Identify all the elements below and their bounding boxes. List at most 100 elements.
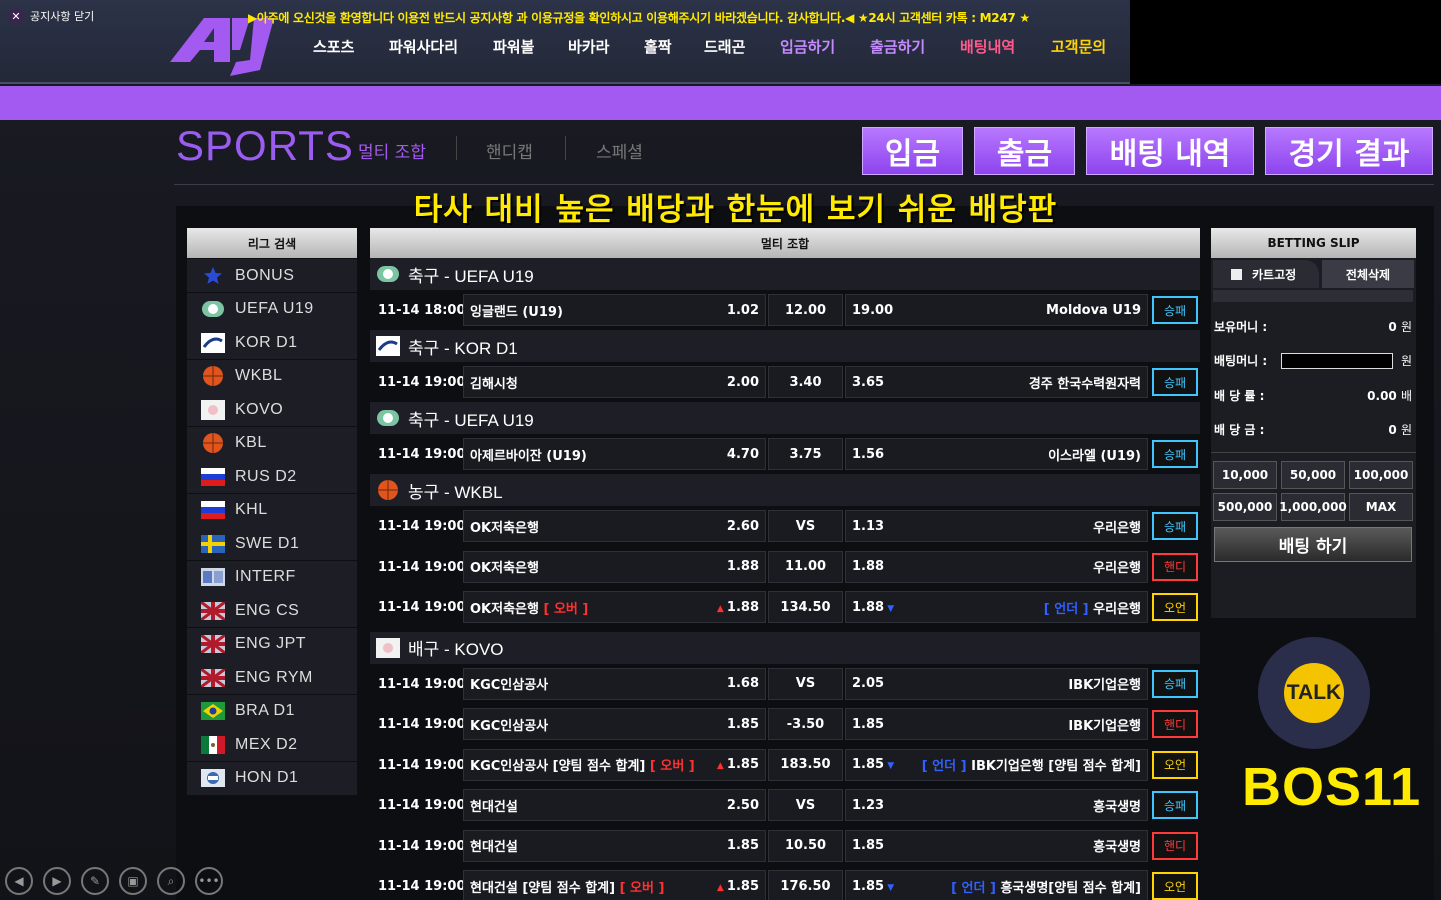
away-odds-button[interactable]: 1.23 흥국생명: [845, 789, 1148, 821]
notice-close-button[interactable]: ✕ 공지사항 닫기: [8, 8, 94, 24]
results-button[interactable]: 경기 결과: [1265, 127, 1433, 175]
home-odds-button[interactable]: 현대건설 2.50: [463, 789, 766, 821]
away-odds-button[interactable]: 3.65 경주 한국수력원자력: [845, 366, 1148, 398]
home-odds-button[interactable]: 잉글랜드 (U19) 1.02: [463, 294, 766, 326]
draw-odds-cell[interactable]: 10.50: [768, 829, 843, 862]
away-odds-button[interactable]: 1.56 이스라엘 (U19): [845, 438, 1148, 470]
draw-odds-cell[interactable]: VS: [768, 789, 843, 821]
game-time: 11-14 19:00: [378, 798, 466, 813]
home-odds-button[interactable]: 현대건설 1.85: [463, 829, 766, 862]
league-item[interactable]: RUS D2: [187, 460, 357, 493]
payout-value: 0: [1388, 423, 1397, 437]
deposit-button[interactable]: 입금: [862, 127, 963, 175]
nav-deposit[interactable]: 입금하기: [780, 36, 835, 57]
home-odds-button[interactable]: OK저축은행 1.88: [463, 550, 766, 583]
tab-special[interactable]: 스페셜: [596, 138, 643, 163]
star-icon: [201, 266, 225, 286]
tab-multi[interactable]: 멀티 조합: [358, 138, 426, 163]
bet-money-unit: 원: [1400, 354, 1412, 368]
amount-500000-button[interactable]: 500,000: [1213, 493, 1277, 521]
league-item[interactable]: SWE D1: [187, 527, 357, 560]
nav-power-ladder[interactable]: 파워사다리: [389, 36, 458, 57]
league-item[interactable]: BONUS: [187, 259, 357, 292]
pen-icon[interactable]: ✎: [81, 867, 109, 895]
draw-odds-cell[interactable]: 12.00: [768, 294, 843, 326]
draw-odds-cell[interactable]: 3.40: [768, 366, 843, 398]
league-item[interactable]: UEFA U19: [187, 292, 357, 326]
nav-baccarat[interactable]: 바카라: [568, 36, 609, 57]
draw-odds-cell[interactable]: 183.50: [768, 748, 843, 781]
draw-odds-cell[interactable]: VS: [768, 667, 843, 700]
zoom-icon[interactable]: ⌕: [157, 867, 185, 895]
amount-100000-button[interactable]: 100,000: [1349, 461, 1413, 489]
draw-odds-cell[interactable]: 176.50: [768, 870, 843, 900]
section-title: 배구 - KOVO: [408, 640, 504, 659]
sweden-flag-icon: [201, 534, 225, 554]
league-item[interactable]: ENG CS: [187, 594, 357, 627]
league-item[interactable]: KHL: [187, 493, 357, 527]
bet-money-input[interactable]: [1280, 352, 1393, 369]
home-odds-button[interactable]: KGC인삼공사 1.68: [463, 667, 766, 700]
away-odds-button[interactable]: 1.88 ▼ [ 언더 ] 우리은행: [845, 591, 1148, 623]
league-item[interactable]: KBL: [187, 426, 357, 460]
home-odds-button[interactable]: KGC인삼공사 1.85: [463, 708, 766, 740]
league-item[interactable]: BRA D1: [187, 694, 357, 728]
up-arrow-icon: ▲: [716, 603, 727, 614]
kakao-talk-button[interactable]: TALK: [1258, 637, 1370, 749]
nav-sports[interactable]: 스포츠: [313, 36, 354, 57]
game-time: 11-14 19:00: [378, 559, 466, 575]
league-item[interactable]: HON D1: [187, 761, 357, 795]
draw-odds-cell[interactable]: 3.75: [768, 438, 843, 470]
nav-dragon[interactable]: 드래곤: [704, 36, 745, 57]
away-odds-button[interactable]: 1.85 IBK기업은행: [845, 708, 1148, 740]
draw-odds-cell[interactable]: VS: [768, 510, 843, 542]
away-odds: 19.00: [852, 302, 894, 318]
cart-fix-toggle[interactable]: 카트고정: [1213, 260, 1319, 288]
home-odds-button[interactable]: 현대건설 [양팀 점수 합계] [ 오버 ] ▲ 1.85: [463, 870, 766, 900]
away-odds-button[interactable]: 1.88 우리은행: [845, 550, 1148, 583]
league-item[interactable]: ENG JPT: [187, 627, 357, 661]
league-item[interactable]: INTERF: [187, 560, 357, 594]
league-item[interactable]: ENG RYM: [187, 661, 357, 694]
amount-10000-button[interactable]: 10,000: [1213, 461, 1277, 489]
league-item[interactable]: WKBL: [187, 359, 357, 393]
league-item[interactable]: KOVO: [187, 393, 357, 426]
home-odds-button[interactable]: OK저축은행 [ 오버 ] ▲ 1.88: [463, 591, 766, 623]
away-odds-button[interactable]: 1.13 우리은행: [845, 510, 1148, 542]
nav-powerball[interactable]: 파워볼: [493, 36, 534, 57]
nav-withdraw[interactable]: 출금하기: [870, 36, 925, 57]
back-icon[interactable]: ◀: [5, 867, 33, 895]
volleyball-icon: [201, 399, 225, 420]
away-odds-button[interactable]: 1.85 흥국생명: [845, 829, 1148, 862]
draw-odds-cell[interactable]: 134.50: [768, 591, 843, 623]
league-item[interactable]: KOR D1: [187, 326, 357, 359]
windows-icon[interactable]: ▣: [119, 867, 147, 895]
away-odds-button[interactable]: 1.85 ▼ [ 언더 ] 흥국생명[양팀 점수 합계]: [845, 870, 1148, 900]
down-arrow-icon: ▼: [884, 603, 895, 614]
away-odds: 1.23: [852, 797, 885, 813]
draw-odds-cell[interactable]: 11.00: [768, 550, 843, 583]
league-item[interactable]: MEX D2: [187, 728, 357, 761]
draw-odds-cell[interactable]: -3.50: [768, 708, 843, 740]
tab-handicap[interactable]: 핸디캡: [486, 138, 533, 163]
amount-1000000-button[interactable]: 1,000,000: [1279, 493, 1347, 521]
home-odds-button[interactable]: 김해시청 2.00: [463, 366, 766, 398]
delete-all-button[interactable]: 전체삭제: [1322, 260, 1414, 288]
forward-icon[interactable]: ▶: [43, 867, 71, 895]
nav-support[interactable]: 고객문의: [1051, 36, 1106, 57]
amount-50000-button[interactable]: 50,000: [1281, 461, 1345, 489]
bet-history-button[interactable]: 배팅 내역: [1086, 127, 1254, 175]
home-odds-button[interactable]: 아제르바이잔 (U19) 4.70: [463, 438, 766, 470]
away-odds-button[interactable]: 19.00 Moldova U19: [845, 294, 1148, 326]
amount-max-button[interactable]: MAX: [1349, 493, 1413, 521]
home-odds-button[interactable]: OK저축은행 2.60: [463, 510, 766, 542]
withdraw-button[interactable]: 출금: [974, 127, 1075, 175]
soccer-icon: [376, 264, 400, 284]
nav-odd-even[interactable]: 홀짝: [644, 36, 672, 57]
away-odds-button[interactable]: 1.85 ▼ [ 언더 ] IBK기업은행 [양팀 점수 합계]: [845, 748, 1148, 781]
more-icon[interactable]: •••: [195, 867, 223, 895]
place-bet-button[interactable]: 배팅 하기: [1214, 527, 1412, 562]
away-odds-button[interactable]: 2.05 IBK기업은행: [845, 667, 1148, 700]
nav-bet-history[interactable]: 배팅내역: [960, 36, 1015, 57]
home-odds-button[interactable]: KGC인삼공사 [양팀 점수 합계] [ 오버 ] ▲ 1.85: [463, 748, 766, 781]
